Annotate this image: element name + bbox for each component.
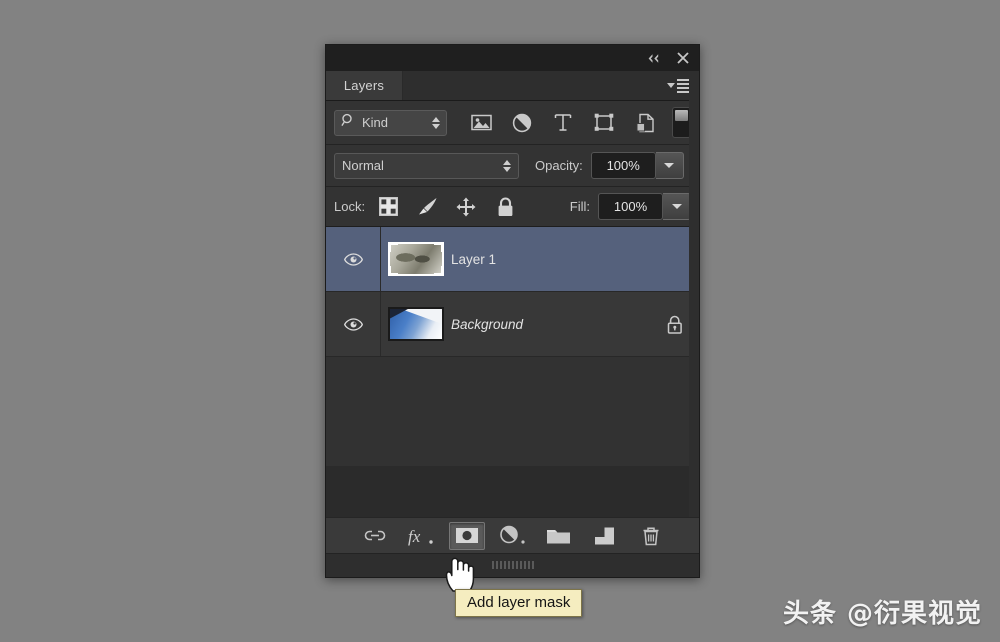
filter-adjustment-layers-icon[interactable]	[511, 112, 533, 134]
new-layer-icon	[595, 527, 614, 544]
tooltip: Add layer mask	[455, 589, 583, 617]
eye-icon	[343, 317, 363, 331]
panel-side-strip	[689, 71, 699, 577]
screenshot-root: Layers Kind Normal Opacity: 100% Lock: F…	[0, 0, 1000, 642]
watermark-text: 头条 @衍果视觉	[782, 599, 982, 629]
layer-thumbnail	[388, 242, 444, 276]
fill-dropdown-button[interactable]	[663, 193, 691, 220]
layers-bottom-toolbar: fx	[326, 517, 699, 553]
filter-row: Kind	[326, 101, 699, 145]
panel-menu-triangle	[667, 83, 675, 88]
thumb-corner-tl	[390, 244, 398, 252]
opacity-dropdown-button[interactable]	[655, 152, 684, 179]
tooltip-text: Add layer mask	[467, 594, 571, 611]
layer-thumbnail-cell[interactable]	[381, 292, 451, 356]
filter-type-icons	[470, 112, 656, 134]
adjustment-layer-icon	[499, 525, 525, 544]
panel-footer	[326, 553, 699, 577]
layer-list: Layer 1 Background	[326, 227, 699, 466]
filter-shape-layers-icon[interactable]	[593, 112, 615, 134]
search-icon	[341, 113, 355, 132]
panel-tabstrip: Layers	[326, 71, 699, 101]
blend-mode-row: Normal Opacity: 100%	[326, 145, 699, 187]
thumb-corner-bl	[390, 266, 398, 274]
filter-kind-spinner[interactable]	[432, 116, 440, 129]
blend-mode-spinner[interactable]	[503, 159, 511, 172]
lock-label: Lock:	[334, 199, 366, 214]
filter-kind-label: Kind	[362, 115, 389, 130]
link-icon	[364, 530, 385, 541]
lock-image-pixels-icon[interactable]	[416, 196, 438, 218]
blend-mode-value: Normal	[342, 158, 384, 173]
fill-control: 100%	[598, 193, 691, 220]
fill-input[interactable]: 100%	[598, 193, 663, 220]
delete-layer-button[interactable]	[633, 522, 669, 550]
layer-mask-icon	[455, 528, 478, 543]
panel-drag-grip[interactable]	[491, 561, 534, 569]
layer-name[interactable]: Background	[451, 292, 651, 356]
lock-transparent-pixels-icon[interactable]	[377, 196, 399, 218]
blend-mode-select[interactable]: Normal	[334, 152, 519, 179]
lock-icon-group	[377, 196, 516, 218]
filter-smart-objects-icon[interactable]	[634, 112, 656, 134]
lock-row: Lock: Fill: 100%	[326, 187, 699, 227]
thumb-corner-tr	[434, 244, 442, 252]
eye-icon	[343, 252, 363, 266]
opacity-label: Opacity:	[535, 158, 583, 173]
new-layer-button[interactable]	[587, 522, 623, 550]
layer-visibility-toggle[interactable]	[326, 292, 381, 356]
fill-label: Fill:	[569, 199, 590, 214]
panel-titlebar	[326, 45, 699, 71]
panel-menu-icon[interactable]	[667, 78, 691, 93]
tab-layers[interactable]: Layers	[326, 71, 403, 100]
tab-layers-label: Layers	[343, 78, 385, 93]
svg-text:fx: fx	[408, 527, 421, 546]
layer-thumbnail	[388, 307, 444, 341]
layers-panel: Layers Kind Normal Opacity: 100% Lock: F…	[325, 44, 700, 578]
new-fill-adjustment-layer-button[interactable]	[495, 522, 531, 550]
opacity-control: 100%	[590, 152, 684, 179]
layer-visibility-toggle[interactable]	[326, 227, 381, 291]
link-layers-button[interactable]	[357, 522, 393, 550]
fx-icon: fx	[408, 527, 433, 546]
watermark: 头条 @衍果视觉	[783, 593, 982, 630]
table-row[interactable]: Background	[326, 292, 699, 357]
filter-pixel-layers-icon[interactable]	[470, 112, 492, 134]
folder-icon	[547, 530, 570, 544]
tabstrip-filler	[403, 71, 699, 100]
collapse-icon[interactable]	[646, 53, 662, 64]
add-layer-mask-button[interactable]	[448, 521, 485, 550]
opacity-input[interactable]: 100%	[590, 152, 656, 179]
layer-thumbnail-image	[390, 309, 442, 339]
thumb-corner-br	[434, 266, 442, 274]
layer-thumbnail-cell[interactable]	[381, 227, 451, 291]
new-group-button[interactable]	[541, 522, 577, 550]
table-row[interactable]: Layer 1	[326, 227, 699, 292]
close-icon[interactable]	[676, 51, 690, 65]
trash-icon	[643, 526, 658, 545]
lock-all-icon[interactable]	[494, 196, 516, 218]
filter-kind-select[interactable]: Kind	[334, 109, 447, 136]
layer-style-button[interactable]: fx	[403, 522, 439, 550]
lock-position-icon[interactable]	[455, 196, 477, 218]
layer-name[interactable]: Layer 1	[451, 227, 651, 291]
filter-type-layers-icon[interactable]	[552, 112, 574, 134]
